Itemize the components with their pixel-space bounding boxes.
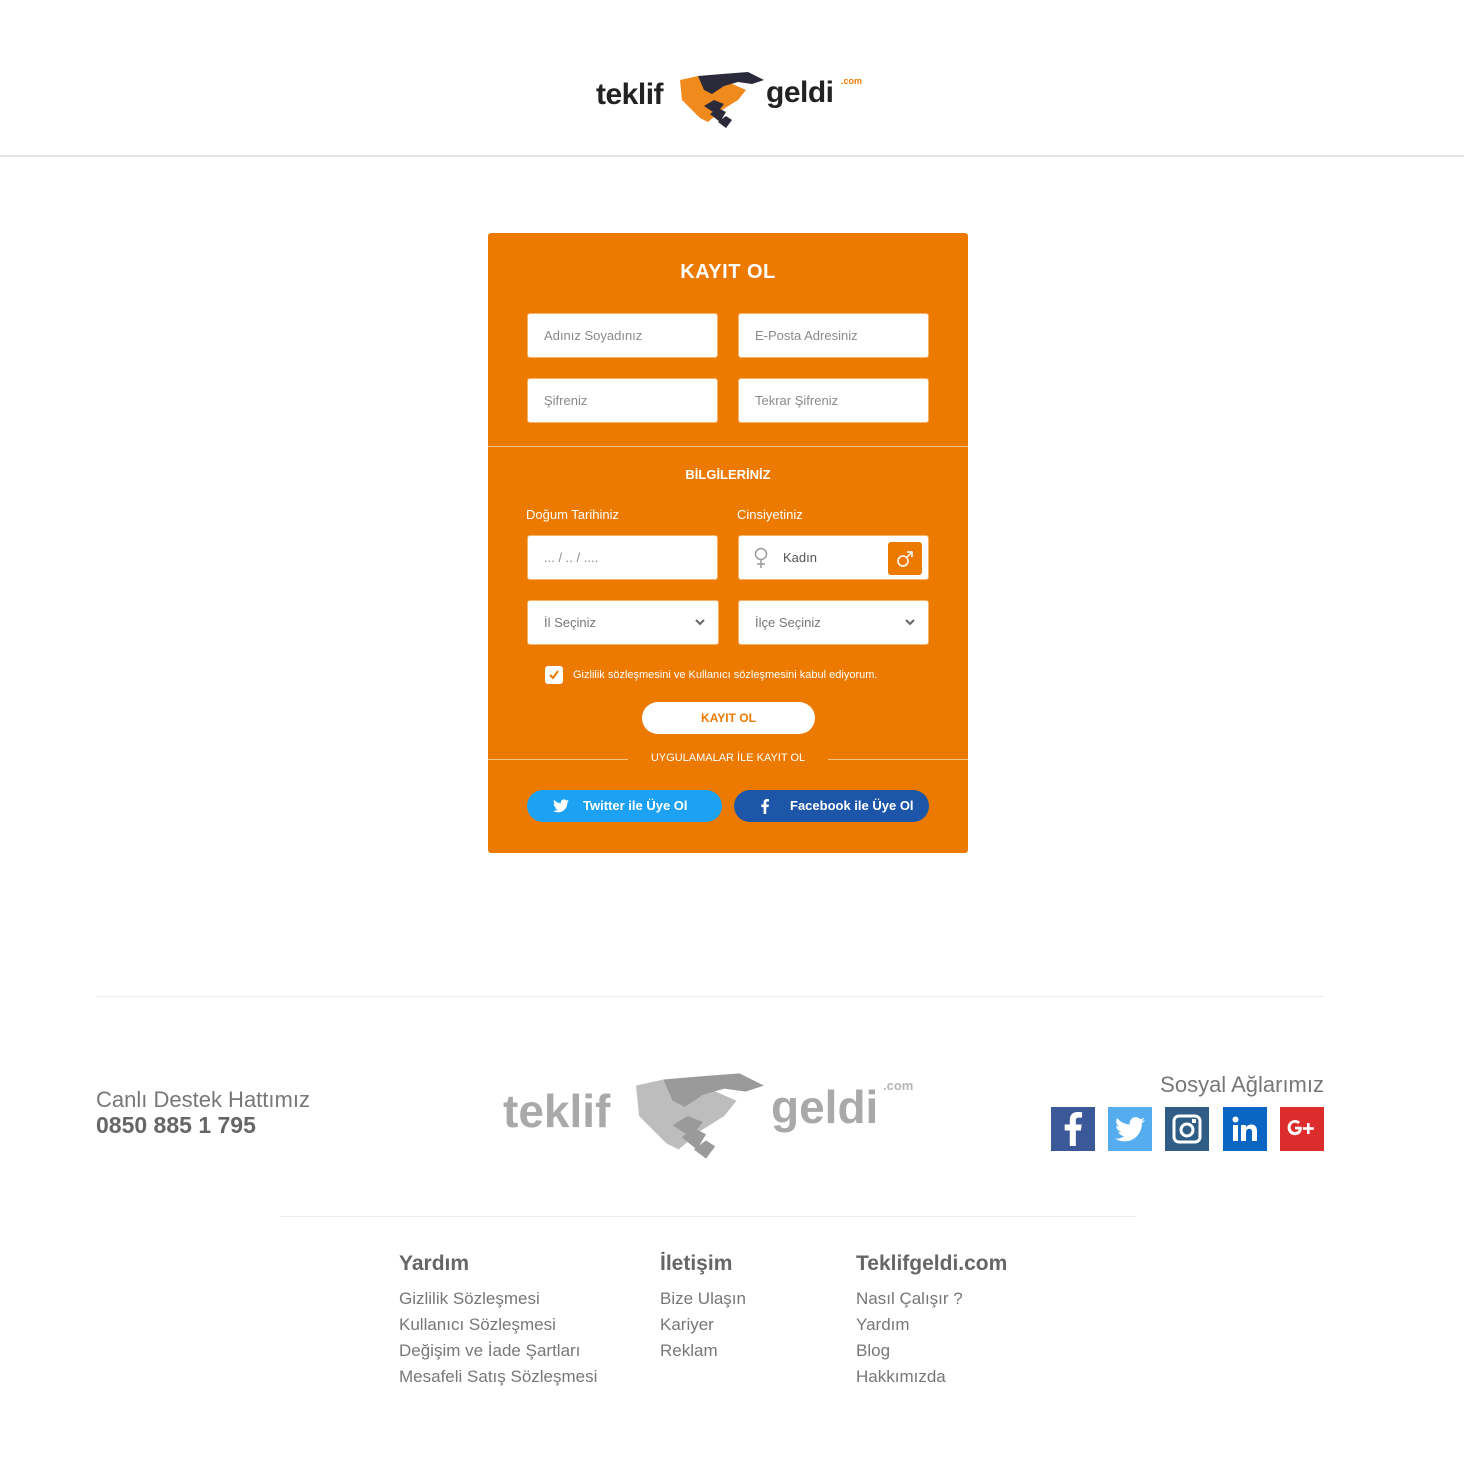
footer-link[interactable]: Reklam [660, 1338, 746, 1364]
footer-link[interactable]: Blog [856, 1338, 1007, 1364]
facebook-signup-label: Facebook ile Üye Ol [790, 798, 914, 813]
social-title: Sosyal Ağlarımız [1160, 1072, 1324, 1097]
twitter-icon [553, 799, 569, 813]
logo-text-com: .com [841, 76, 863, 86]
footer-link[interactable]: Bize Ulaşın [660, 1286, 746, 1312]
email-input[interactable] [739, 314, 928, 357]
footer-column-help: Yardım Gizlilik Sözleşmesi Kullanıcı Söz… [399, 1252, 597, 1390]
footer-link[interactable]: Kariyer [660, 1312, 746, 1338]
support-phone[interactable]: 0850 885 1 795 [96, 1112, 256, 1139]
agreement-text: Gizlilik sözleşmesini ve Kullanıcı sözle… [573, 669, 878, 681]
city-select-value: İl Seçiniz [544, 615, 597, 630]
logo-text-teklif: teklif [596, 78, 664, 111]
male-icon [897, 550, 913, 567]
twitter-icon[interactable] [1108, 1107, 1152, 1151]
site-logo[interactable]: teklif geldi .com [596, 66, 866, 136]
footer-column-company: Teklifgeldi.com Nasıl Çalışır ? Yardım B… [856, 1252, 1007, 1390]
footer-logo[interactable]: teklif geldi .com [503, 1066, 923, 1166]
footer-link[interactable]: Nasıl Çalışır ? [856, 1286, 1007, 1312]
info-section-title: BİLGİLERİNİZ [685, 467, 771, 482]
female-icon[interactable] [753, 547, 769, 569]
facebook-icon [761, 799, 769, 814]
email-field[interactable] [738, 313, 929, 358]
divider-right [828, 759, 968, 760]
district-select[interactable]: İlçe Seçiniz [738, 600, 929, 645]
logo-text-geldi: geldi [766, 76, 834, 109]
agreement-checkbox[interactable] [545, 666, 563, 684]
footer-column-title: Yardım [399, 1252, 470, 1275]
password-repeat-input[interactable] [739, 379, 928, 422]
gender-selector[interactable]: Kadın [738, 535, 929, 580]
linkedin-icon[interactable] [1223, 1107, 1267, 1151]
city-select[interactable]: İl Seçiniz [527, 600, 719, 645]
birthdate-label: Doğum Tarihiniz [526, 507, 619, 522]
twitter-signup-button[interactable]: Twitter ile Üye Ol [527, 790, 722, 822]
facebook-icon[interactable] [1051, 1107, 1095, 1151]
footer-link[interactable]: Hakkımızda [856, 1364, 1007, 1390]
footer-link[interactable]: Yardım [856, 1312, 1007, 1338]
social-divider-text: UYGULAMALAR İLE KAYIT OL [650, 752, 806, 764]
district-select-value: İlçe Seçiniz [755, 615, 821, 630]
register-title: KAYIT OL [680, 261, 776, 283]
birthdate-input[interactable] [528, 536, 717, 579]
footer-logo-text-com: .com [883, 1078, 914, 1093]
footer-column-title: İletişim [660, 1252, 733, 1275]
birthdate-field[interactable] [527, 535, 718, 580]
gender-value: Kadın [783, 550, 817, 565]
checkmark-icon [549, 670, 559, 680]
footer-link[interactable]: Değişim ve İade Şartları [399, 1338, 597, 1364]
footer-divider-bottom [280, 1216, 1136, 1217]
handshake-icon [636, 1073, 764, 1159]
facebook-signup-button[interactable]: Facebook ile Üye Ol [734, 790, 929, 822]
register-submit-button[interactable]: KAYIT OL [642, 702, 815, 734]
gender-label: Cinsiyetiniz [737, 507, 803, 522]
footer-logo-text-teklif: teklif [503, 1085, 611, 1137]
footer-column-contact: İletişim Bize Ulaşın Kariyer Reklam [660, 1252, 746, 1364]
name-input[interactable] [528, 314, 717, 357]
footer-link[interactable]: Kullanıcı Sözleşmesi [399, 1312, 597, 1338]
register-card: KAYIT OL BİLGİLERİNİZ Doğum Tarihiniz Ci… [488, 233, 968, 853]
footer-link[interactable]: Gizlilik Sözleşmesi [399, 1286, 597, 1312]
chevron-down-icon [695, 619, 705, 626]
site-header: teklif geldi .com [0, 0, 1464, 157]
google-plus-icon[interactable] [1280, 1107, 1324, 1151]
footer-link[interactable]: Mesafeli Satış Sözleşmesi [399, 1364, 597, 1390]
handshake-icon [680, 72, 764, 128]
footer-logo-text-geldi: geldi [771, 1081, 879, 1133]
section-divider [488, 446, 968, 447]
password-input[interactable] [528, 379, 717, 422]
password-field[interactable] [527, 378, 718, 423]
male-toggle-button[interactable] [888, 542, 922, 575]
name-field[interactable] [527, 313, 718, 358]
password-repeat-field[interactable] [738, 378, 929, 423]
instagram-icon[interactable] [1165, 1107, 1209, 1151]
twitter-signup-label: Twitter ile Üye Ol [583, 798, 688, 813]
footer-divider-top [96, 996, 1324, 997]
chevron-down-icon [905, 619, 915, 626]
footer-column-title: Teklifgeldi.com [856, 1252, 1008, 1275]
support-label: Canlı Destek Hattımız [96, 1087, 310, 1112]
